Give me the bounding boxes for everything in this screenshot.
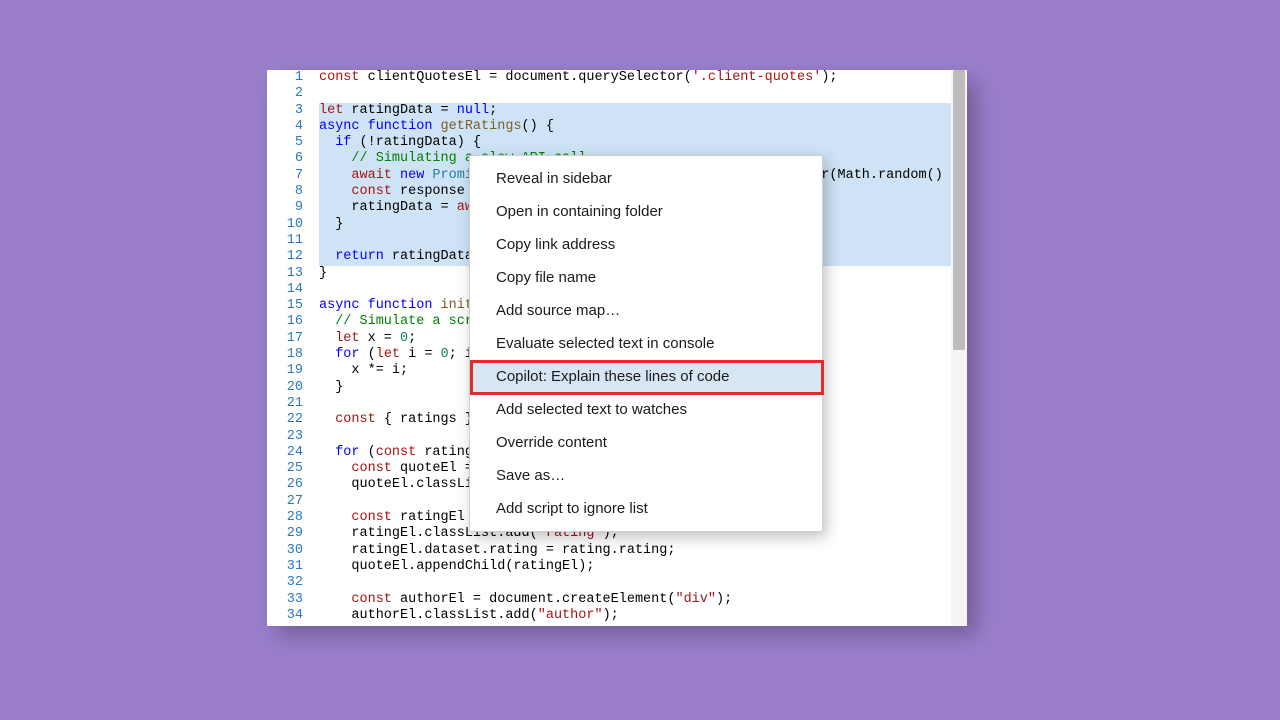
context-menu-item[interactable]: Copy file name	[470, 261, 822, 294]
context-menu-item[interactable]: Override content	[470, 426, 822, 459]
context-menu-item[interactable]: Open in containing folder	[470, 195, 822, 228]
line-number: 4	[267, 119, 303, 135]
line-number: 22	[267, 412, 303, 428]
line-number: 25	[267, 461, 303, 477]
line-number: 10	[267, 217, 303, 233]
line-number: 5	[267, 135, 303, 151]
line-number: 11	[267, 233, 303, 249]
context-menu: Reveal in sidebarOpen in containing fold…	[469, 155, 823, 532]
code-line[interactable]: let ratingData = null;	[319, 103, 951, 119]
line-number: 14	[267, 282, 303, 298]
context-menu-item[interactable]: Copy link address	[470, 228, 822, 261]
line-number: 16	[267, 314, 303, 330]
line-number: 6	[267, 151, 303, 167]
context-menu-item[interactable]: Add source map…	[470, 294, 822, 327]
line-number-gutter: 1234567891011121314151617181920212223242…	[267, 70, 311, 626]
line-number: 31	[267, 559, 303, 575]
code-line[interactable]	[319, 575, 951, 591]
line-number: 9	[267, 200, 303, 216]
line-number: 19	[267, 363, 303, 379]
line-number: 13	[267, 266, 303, 282]
context-menu-item[interactable]: Save as…	[470, 459, 822, 492]
context-menu-item[interactable]: Evaluate selected text in console	[470, 327, 822, 360]
line-number: 2	[267, 86, 303, 102]
line-number: 7	[267, 168, 303, 184]
line-number: 3	[267, 103, 303, 119]
scrollbar-thumb[interactable]	[953, 70, 965, 350]
code-line[interactable]: const authorEl = document.createElement(…	[319, 592, 951, 608]
line-number: 30	[267, 543, 303, 559]
line-number: 28	[267, 510, 303, 526]
context-menu-item[interactable]: Add selected text to watches	[470, 393, 822, 426]
context-menu-item[interactable]: Copilot: Explain these lines of code	[470, 360, 822, 393]
context-menu-item[interactable]: Reveal in sidebar	[470, 162, 822, 195]
line-number: 12	[267, 249, 303, 265]
line-number: 21	[267, 396, 303, 412]
line-number: 20	[267, 380, 303, 396]
line-number: 8	[267, 184, 303, 200]
line-number: 33	[267, 592, 303, 608]
line-number: 1	[267, 70, 303, 86]
code-line[interactable]: ratingEl.dataset.rating = rating.rating;	[319, 543, 951, 559]
code-line[interactable]: const clientQuotesEl = document.querySel…	[319, 70, 951, 86]
line-number: 15	[267, 298, 303, 314]
context-menu-item[interactable]: Add script to ignore list	[470, 492, 822, 525]
line-number: 29	[267, 526, 303, 542]
line-number: 24	[267, 445, 303, 461]
vertical-scrollbar[interactable]	[951, 70, 967, 626]
line-number: 32	[267, 575, 303, 591]
line-number: 23	[267, 429, 303, 445]
line-number: 26	[267, 477, 303, 493]
code-line[interactable]	[319, 86, 951, 102]
code-line[interactable]: if (!ratingData) {	[319, 135, 951, 151]
code-line[interactable]: authorEl.classList.add("author");	[319, 608, 951, 624]
code-line[interactable]: async function getRatings() {	[319, 119, 951, 135]
code-line[interactable]: quoteEl.appendChild(ratingEl);	[319, 559, 951, 575]
line-number: 18	[267, 347, 303, 363]
line-number: 27	[267, 494, 303, 510]
line-number: 34	[267, 608, 303, 624]
line-number: 17	[267, 331, 303, 347]
